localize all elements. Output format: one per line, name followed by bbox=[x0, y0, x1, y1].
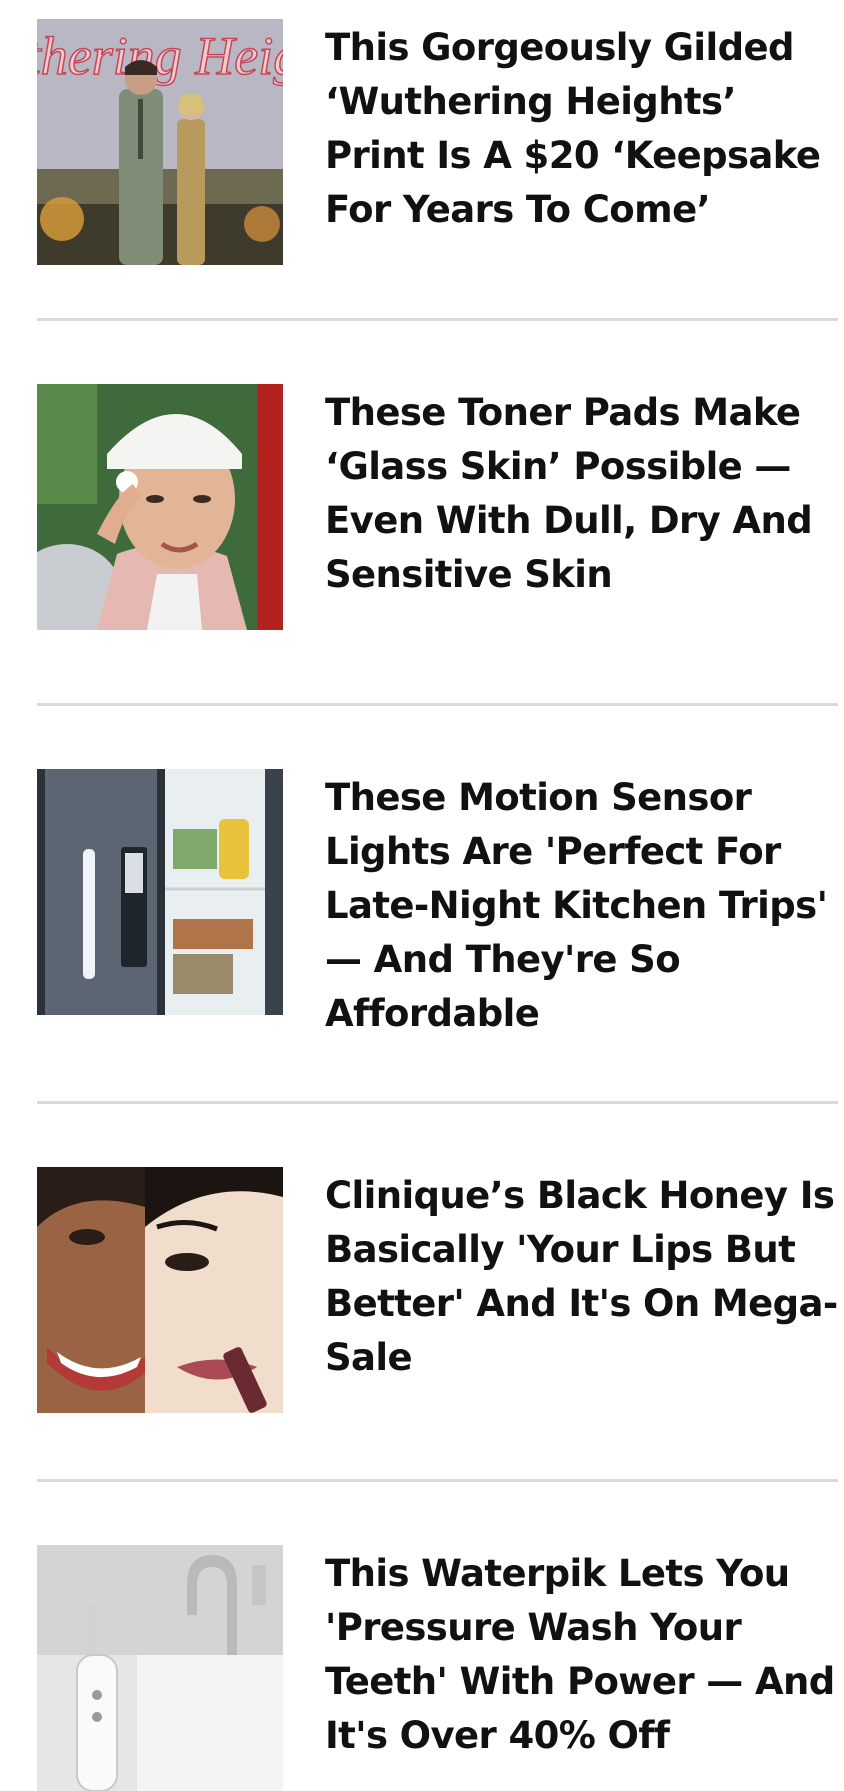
article-card-5[interactable]: This Waterpik Lets You 'Pressure Wash Yo… bbox=[37, 1545, 838, 1791]
article-headline[interactable]: This Waterpik Lets You 'Pressure Wash Yo… bbox=[325, 1547, 838, 1763]
article-card-2[interactable]: These Toner Pads Make ‘Glass Skin’ Possi… bbox=[37, 384, 838, 630]
refrigerator-photo bbox=[37, 769, 283, 1015]
divider bbox=[37, 703, 838, 706]
toner-pad-photo bbox=[37, 384, 283, 630]
divider bbox=[37, 1479, 838, 1482]
divider bbox=[37, 1101, 838, 1104]
wuthering-heights-photo: Wuthering Heights bbox=[37, 19, 283, 265]
poster-lettering: Wuthering Heights bbox=[37, 26, 283, 86]
waterpik-photo bbox=[37, 1545, 283, 1791]
article-thumbnail[interactable] bbox=[37, 1545, 283, 1791]
article-headline[interactable]: This Gorgeously Gilded ‘Wuthering Height… bbox=[325, 21, 838, 237]
article-thumbnail[interactable]: Wuthering Heights bbox=[37, 19, 283, 265]
article-thumbnail[interactable] bbox=[37, 769, 283, 1015]
split-face-lipstick-photo bbox=[37, 1167, 283, 1413]
article-thumbnail[interactable] bbox=[37, 1167, 283, 1413]
article-headline[interactable]: These Toner Pads Make ‘Glass Skin’ Possi… bbox=[325, 386, 838, 602]
article-card-1[interactable]: Wuthering Heights This Gorgeously Gilded… bbox=[37, 19, 838, 265]
article-card-3[interactable]: These Motion Sensor Lights Are 'Perfect … bbox=[37, 769, 838, 1035]
article-headline[interactable]: Clinique’s Black Honey Is Basically 'You… bbox=[325, 1169, 838, 1385]
article-card-4[interactable]: Clinique’s Black Honey Is Basically 'You… bbox=[37, 1167, 838, 1413]
article-thumbnail[interactable] bbox=[37, 384, 283, 630]
divider bbox=[37, 318, 838, 321]
article-headline[interactable]: These Motion Sensor Lights Are 'Perfect … bbox=[325, 771, 838, 1041]
